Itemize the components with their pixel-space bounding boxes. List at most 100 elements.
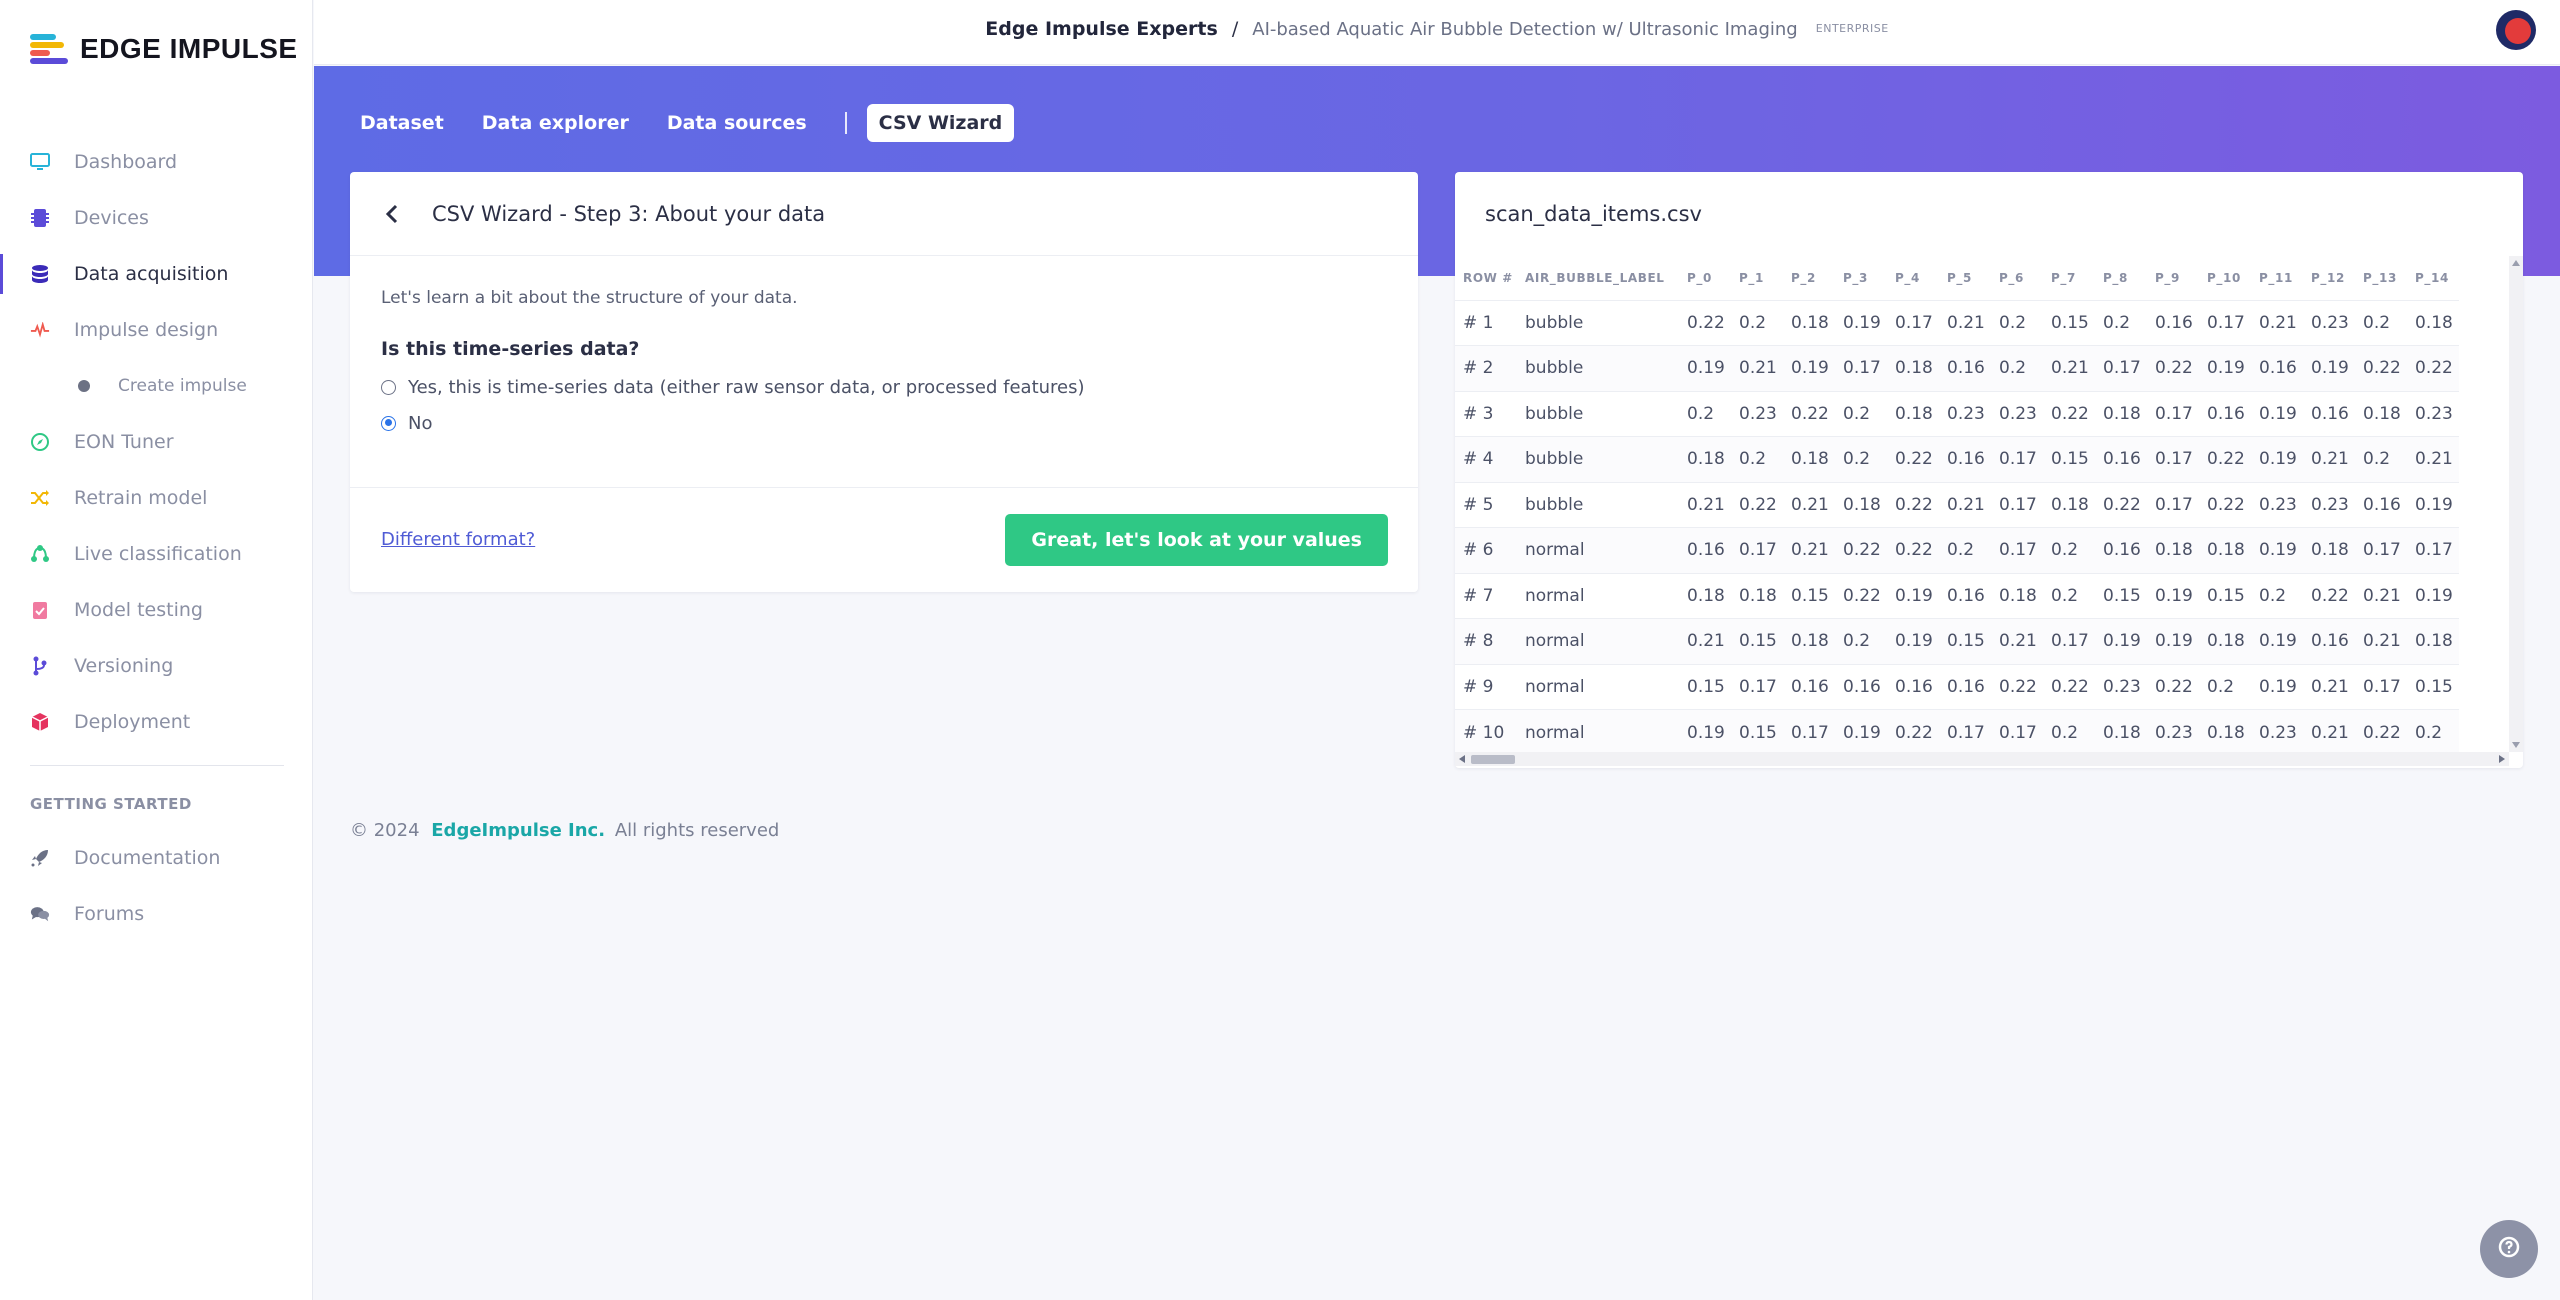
sidebar-item-label: EON Tuner — [74, 431, 174, 453]
value-cell: 0.17 — [2147, 436, 2199, 482]
value-cell: 0.22 — [2043, 663, 2095, 710]
column-header: ROW # — [1463, 270, 1513, 285]
value-cell: 0.2 — [2199, 663, 2251, 710]
next-step-button[interactable]: Great, let's look at your values — [1005, 513, 1388, 566]
value-cell: 0.2 — [1835, 618, 1887, 664]
sidebar-item-dashboard[interactable]: Dashboard — [0, 134, 313, 190]
enterprise-badge: ENTERPRISE — [1815, 22, 1889, 35]
sidebar-item-impulse-design[interactable]: Impulse design — [0, 302, 313, 358]
compass-icon — [30, 432, 50, 452]
sidebar-item-devices[interactable]: Devices — [0, 190, 313, 246]
row-number-cell: # 5 — [1455, 481, 1517, 528]
tab-data-sources[interactable]: Data sources — [667, 104, 807, 142]
copyright-text: © 2024 — [350, 820, 420, 841]
help-button[interactable] — [2480, 1220, 2538, 1278]
value-cell: 0.2 — [1731, 436, 1783, 482]
csv-filename: scan_data_items.csv — [1485, 202, 1702, 226]
csv-table: ROW # AIR_BUBBLE_LABEL P_0 P_1 P_2 P_3 P_4 P_5 P… — [1455, 256, 2459, 752]
table-row: # 2 bubble 0.19 0.21 0.19 0.17 0.18 0.16 0.2 0.21… — [1455, 345, 2459, 391]
radio-no[interactable] — [381, 415, 396, 431]
sidebar-nav: Dashboard Devices Data acquisition Impul… — [0, 134, 313, 750]
chat-icon — [30, 904, 50, 924]
sidebar-item-deployment[interactable]: Deployment — [0, 694, 313, 750]
value-cell: 0.17 — [1991, 436, 2043, 482]
sidebar-item-forums[interactable]: Forums — [0, 886, 313, 942]
breadcrumb-separator: / — [1231, 18, 1239, 40]
value-cell: 0.2 — [1731, 299, 1783, 346]
value-cell: 0.19 — [1783, 345, 1835, 391]
sidebar-item-label: Live classification — [74, 543, 242, 565]
breadcrumb-org[interactable]: Edge Impulse Experts — [985, 18, 1217, 40]
sidebar-item-label: Data acquisition — [74, 263, 229, 285]
value-cell: 0.18 — [1887, 345, 1939, 391]
sidebar-item-model-testing[interactable]: Model testing — [0, 582, 313, 638]
breadcrumb: Edge Impulse Experts / AI-based Aquatic … — [314, 18, 2560, 40]
scroll-down-icon[interactable] — [2512, 742, 2520, 748]
chevron-left-icon[interactable] — [380, 202, 404, 226]
sidebar-item-versioning[interactable]: Versioning — [0, 638, 313, 694]
wizard-footer: Different format? Great, let's look at y… — [350, 488, 1418, 591]
sidebar-item-eon-tuner[interactable]: EON Tuner — [0, 414, 313, 470]
value-cell: 0.18 — [1887, 390, 1939, 437]
value-cell: 0.2 — [1679, 390, 1731, 437]
value-cell: 0.22 — [2147, 663, 2199, 710]
value-cell: 0.22 — [1835, 527, 1887, 573]
value-cell: 0.18 — [1783, 299, 1835, 346]
pulse-icon — [30, 320, 50, 340]
scroll-left-icon[interactable] — [1459, 755, 1465, 763]
value-cell: 0.18 — [2199, 709, 2251, 752]
table-row: # 5 bubble 0.21 0.22 0.21 0.18 0.22 0.21 0.17 0.1… — [1455, 481, 2459, 528]
value-cell: 0.21 — [2303, 709, 2355, 752]
vertical-scrollbar[interactable] — [2509, 256, 2523, 752]
value-cell: 0.21 — [2355, 572, 2407, 619]
value-cell: 0.15 — [1783, 572, 1835, 619]
value-cell: 0.17 — [2095, 345, 2147, 391]
sidebar-item-documentation[interactable]: Documentation — [0, 830, 313, 886]
value-cell: 0.19 — [2147, 572, 2199, 619]
wizard-body: Let's learn a bit about the structure of… — [350, 256, 1418, 488]
value-cell: 0.23 — [2303, 299, 2355, 346]
getting-started-nav: Documentation Forums — [0, 830, 313, 942]
label-cell: bubble — [1517, 299, 1679, 346]
breadcrumb-project[interactable]: AI-based Aquatic Air Bubble Detection w/… — [1252, 19, 1797, 40]
radio-yes[interactable] — [381, 379, 396, 395]
tab-data-explorer[interactable]: Data explorer — [482, 104, 629, 142]
tab-csv-wizard[interactable]: CSV Wizard — [866, 104, 1015, 142]
value-cell: 0.18 — [2095, 390, 2147, 437]
value-cell: 0.2 — [2251, 572, 2303, 619]
scrollbar-thumb[interactable] — [1471, 755, 1515, 764]
different-format-link[interactable]: Different format? — [381, 529, 535, 550]
sidebar-item-retrain-model[interactable]: Retrain model — [0, 470, 313, 526]
label-cell: bubble — [1517, 345, 1679, 391]
scroll-up-icon[interactable] — [2512, 260, 2520, 266]
value-cell: 0.18 — [2147, 527, 2199, 573]
sidebar-item-live-classification[interactable]: Live classification — [0, 526, 313, 582]
row-number-cell: # 6 — [1455, 527, 1517, 573]
company-link[interactable]: EdgeImpulse Inc. — [431, 820, 605, 841]
sidebar-item-data-acquisition[interactable]: Data acquisition — [0, 246, 313, 302]
column-header: P_0 — [1687, 270, 1712, 285]
page-footer: © 2024 EdgeImpulse Inc. All rights reser… — [350, 820, 779, 841]
value-cell: 0.21 — [1731, 345, 1783, 391]
edge-impulse-logo[interactable]: EDGE IMPULSE — [30, 32, 298, 66]
csv-table-scroll[interactable]: ROW # AIR_BUBBLE_LABEL P_0 P_1 P_2 P_3 P_4 P_5 P… — [1455, 256, 2523, 752]
logo-mark-icon — [30, 34, 70, 64]
tab-dataset[interactable]: Dataset — [360, 104, 444, 142]
time-series-yes-option[interactable]: Yes, this is time-series data (either ra… — [381, 376, 1387, 398]
horizontal-scrollbar[interactable] — [1455, 752, 2509, 766]
value-cell: 0.18 — [2043, 481, 2095, 528]
user-avatar[interactable] — [2496, 10, 2536, 50]
time-series-no-option[interactable]: No — [381, 412, 1387, 434]
label-cell: normal — [1517, 618, 1679, 664]
value-cell: 0.23 — [2251, 709, 2303, 752]
tab-bar: Dataset Data explorer Data sources CSV W… — [360, 104, 1015, 142]
column-header: P_9 — [2155, 270, 2180, 285]
value-cell: 0.2 — [2355, 299, 2407, 346]
value-cell: 0.2 — [1939, 527, 1991, 573]
sidebar-subitem-create-impulse[interactable]: Create impulse — [0, 358, 313, 414]
column-header: P_8 — [2103, 270, 2128, 285]
value-cell: 0.18 — [1991, 572, 2043, 619]
scroll-right-icon[interactable] — [2499, 755, 2505, 763]
value-cell: 0.19 — [2095, 618, 2147, 664]
label-cell: normal — [1517, 572, 1679, 619]
